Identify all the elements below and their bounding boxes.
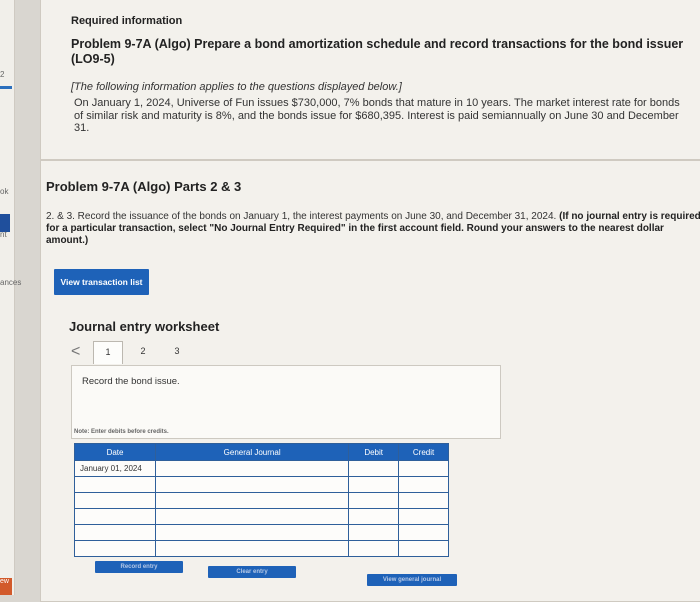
problem-title: Problem 9-7A (Algo) Prepare a bond amort… <box>71 37 684 66</box>
debit-field[interactable] <box>348 476 400 493</box>
date-select[interactable]: January 01, 2024 <box>73 460 157 477</box>
rail-label-4: ances <box>0 278 22 287</box>
account-field[interactable] <box>155 524 350 541</box>
worksheet-note: Note: Enter debits before credits. <box>74 429 169 435</box>
rail-label-5: ew <box>0 578 9 585</box>
table-row <box>73 540 449 557</box>
worksheet-instruction: Record the bond issue. <box>82 376 180 387</box>
required-information-panel: Required information Problem 9-7A (Algo)… <box>40 0 700 160</box>
debit-field[interactable] <box>348 492 400 509</box>
problem-description: On January 1, 2024, Universe of Fun issu… <box>74 97 680 134</box>
debit-field[interactable] <box>348 508 400 525</box>
rail-bottom-button[interactable]: ew <box>0 578 12 595</box>
info-note: [The following information applies to th… <box>71 81 402 93</box>
table-row <box>73 508 449 525</box>
date-cell <box>73 508 157 525</box>
credit-field[interactable] <box>398 460 449 477</box>
column-header-credit: Credit <box>398 443 449 461</box>
date-cell <box>73 524 157 541</box>
parts-panel: Problem 9-7A (Algo) Parts 2 & 3 2. & 3. … <box>40 160 700 602</box>
rail-label-2: ok <box>0 187 9 196</box>
worksheet-tabs: < 1 2 3 <box>71 341 201 365</box>
date-cell <box>73 492 157 509</box>
table-row <box>73 492 449 509</box>
table-row <box>73 476 449 493</box>
account-field[interactable] <box>155 540 350 557</box>
account-field[interactable] <box>155 492 350 509</box>
required-information-heading: Required information <box>71 15 183 27</box>
column-header-date: Date <box>73 443 157 461</box>
debit-field[interactable] <box>348 540 400 557</box>
credit-field[interactable] <box>398 492 449 509</box>
parts-title: Problem 9-7A (Algo) Parts 2 & 3 <box>46 179 242 194</box>
prev-arrow-icon[interactable]: < <box>71 343 80 361</box>
credit-field[interactable] <box>398 476 449 493</box>
account-field[interactable] <box>155 476 350 493</box>
table-row: January 01, 2024 <box>73 460 449 477</box>
account-field[interactable] <box>155 508 350 525</box>
instructions: 2. & 3. Record the issuance of the bonds… <box>46 211 700 247</box>
column-header-debit: Debit <box>348 443 400 461</box>
worksheet-instruction-box: Record the bond issue. <box>71 365 501 439</box>
date-cell <box>73 476 157 493</box>
date-cell <box>73 540 157 557</box>
tab-1[interactable]: 1 <box>93 341 123 364</box>
worksheet-title: Journal entry worksheet <box>69 319 220 334</box>
rail-label-3: nt <box>0 230 7 239</box>
credit-field[interactable] <box>398 508 449 525</box>
journal-entry-table: Date General Journal Debit Credit Januar… <box>73 443 449 557</box>
left-sidebar: 2 ok nt ances ew <box>0 0 21 595</box>
tab-2[interactable]: 2 <box>129 341 157 363</box>
journal-header-row: Date General Journal Debit Credit <box>73 443 449 461</box>
credit-field[interactable] <box>398 540 449 557</box>
tab-3[interactable]: 3 <box>163 341 191 363</box>
rail-label-1: 2 <box>0 70 5 79</box>
account-field[interactable] <box>155 460 350 477</box>
view-general-journal-button[interactable]: View general journal <box>367 574 457 586</box>
credit-field[interactable] <box>398 524 449 541</box>
debit-field[interactable] <box>348 524 400 541</box>
debit-field[interactable] <box>348 460 400 477</box>
instructions-text: 2. & 3. Record the issuance of the bonds… <box>46 211 557 222</box>
column-header-general-journal: General Journal <box>155 443 350 461</box>
table-row <box>73 524 449 541</box>
record-entry-button[interactable]: Record entry <box>95 561 183 573</box>
view-transaction-list-button[interactable]: View transaction list <box>54 269 149 295</box>
rail-progress-mark <box>0 86 12 89</box>
clear-entry-button[interactable]: Clear entry <box>208 566 296 578</box>
